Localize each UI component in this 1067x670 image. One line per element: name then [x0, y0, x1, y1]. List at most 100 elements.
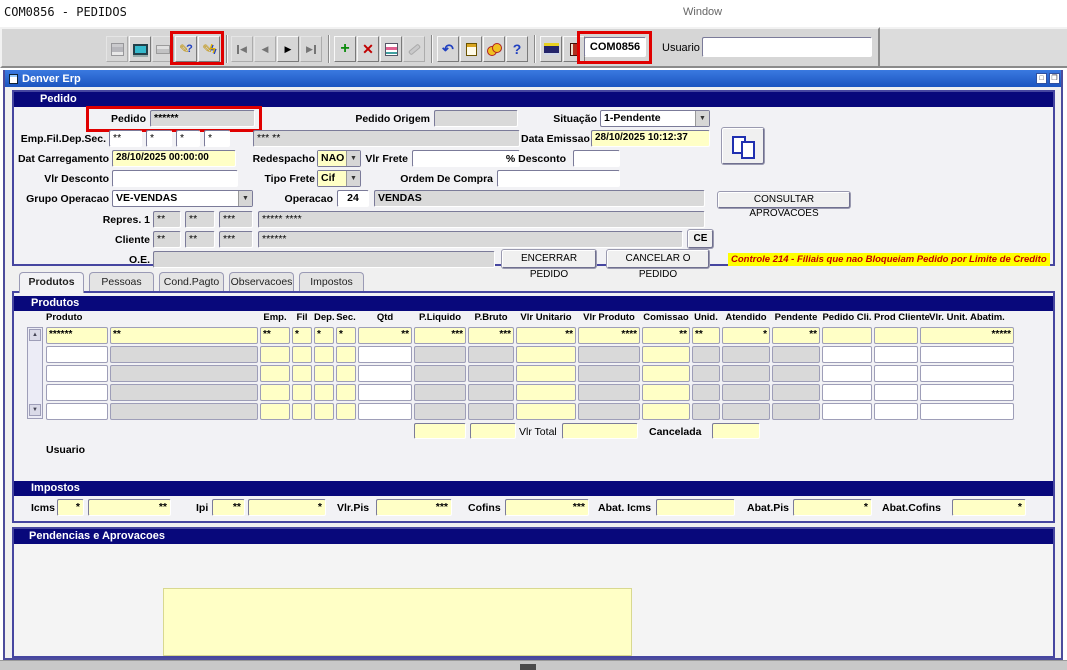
vlr-desconto-field[interactable] [112, 170, 238, 187]
grid-cell[interactable] [692, 384, 720, 401]
tab-pessoas[interactable]: Pessoas [89, 272, 154, 291]
chevron-down-icon[interactable]: ▼ [695, 111, 709, 126]
grid-cell[interactable] [516, 346, 576, 363]
grid-cell[interactable] [642, 346, 690, 363]
tab-cond-pagto[interactable]: Cond.Pagto [159, 272, 224, 291]
grid-cell[interactable] [46, 346, 108, 363]
grid-cell[interactable]: *** [468, 327, 514, 344]
grid-cell[interactable] [260, 403, 290, 420]
grid-cell[interactable] [920, 365, 1014, 382]
repres-field-3[interactable]: *** [219, 211, 253, 228]
grid-cell[interactable] [292, 365, 312, 382]
previous-record-button[interactable]: ◀ [254, 36, 276, 62]
fil-field[interactable]: * [146, 130, 172, 147]
grid-cell[interactable] [46, 384, 108, 401]
grid-cell[interactable]: ** [110, 327, 258, 344]
grid-cell[interactable] [578, 365, 640, 382]
bottom-handle[interactable] [520, 664, 536, 670]
imposto-field[interactable]: * [248, 499, 326, 516]
print-button[interactable] [152, 36, 174, 62]
grid-cell[interactable] [642, 403, 690, 420]
grid-cell[interactable] [772, 365, 820, 382]
scroll-up-icon[interactable]: ▲ [29, 329, 41, 341]
grid-cell[interactable] [772, 346, 820, 363]
tab-produtos[interactable]: Produtos [19, 272, 84, 293]
emp-field[interactable]: ** [109, 130, 142, 147]
scroll-down-icon[interactable]: ▼ [29, 404, 41, 416]
grid-cell[interactable] [874, 346, 918, 363]
clipboard-button[interactable] [460, 36, 482, 62]
exit-button[interactable] [563, 36, 585, 62]
grid-cell[interactable] [578, 346, 640, 363]
insert-record-button[interactable]: + [334, 36, 356, 62]
menu-button[interactable] [540, 36, 562, 62]
grid-cell[interactable] [920, 384, 1014, 401]
grid-cell[interactable]: ** [642, 327, 690, 344]
chevron-down-icon[interactable]: ▼ [346, 151, 360, 166]
grid-cell[interactable] [260, 365, 290, 382]
grid-cell[interactable] [358, 346, 412, 363]
grid-cell[interactable] [358, 403, 412, 420]
grid-cell[interactable] [822, 403, 872, 420]
situacao-dropdown[interactable]: 1-Pendente ▼ [600, 110, 710, 127]
grid-cell[interactable]: * [292, 327, 312, 344]
grid-cell[interactable] [642, 384, 690, 401]
grid-cell[interactable] [336, 384, 356, 401]
grid-cell[interactable] [336, 346, 356, 363]
grid-cell[interactable] [358, 384, 412, 401]
grid-cell[interactable]: ** [260, 327, 290, 344]
menu-window[interactable]: Window [683, 6, 722, 18]
imposto-field[interactable]: * [952, 499, 1026, 516]
grid-cell[interactable] [336, 403, 356, 420]
grid-cell[interactable] [920, 346, 1014, 363]
grid-cell[interactable] [414, 403, 466, 420]
grid-cell[interactable]: *** [414, 327, 466, 344]
grid-cell[interactable] [874, 384, 918, 401]
chevron-down-icon[interactable]: ▼ [238, 191, 252, 206]
imposto-field[interactable]: * [793, 499, 872, 516]
help-button[interactable]: ? [506, 36, 528, 62]
grid-cell[interactable] [692, 365, 720, 382]
clear-item-button[interactable] [403, 36, 425, 62]
copy-order-button[interactable] [722, 128, 764, 164]
chevron-down-icon[interactable]: ▼ [346, 171, 360, 186]
grid-cell[interactable] [110, 365, 258, 382]
grid-cell[interactable] [516, 384, 576, 401]
grid-cell[interactable] [292, 346, 312, 363]
grid-cell[interactable]: ****** [46, 327, 108, 344]
grid-cell[interactable] [414, 384, 466, 401]
grid-cell[interactable] [414, 346, 466, 363]
repres-field-2[interactable]: ** [185, 211, 215, 228]
grid-cell[interactable]: ** [772, 327, 820, 344]
grid-cell[interactable] [722, 365, 770, 382]
grid-cell[interactable] [46, 365, 108, 382]
grid-cell[interactable] [260, 346, 290, 363]
grid-cell[interactable] [314, 403, 334, 420]
grid-cell[interactable] [822, 346, 872, 363]
grid-scrollbar[interactable]: ▲ ▼ [27, 327, 43, 419]
lookup-button[interactable] [380, 36, 402, 62]
delete-record-button[interactable]: ✕ [357, 36, 379, 62]
cliente-field-3[interactable]: *** [219, 231, 253, 248]
grid-cell[interactable] [722, 346, 770, 363]
tab-observacoes[interactable]: Observacoes [229, 272, 294, 291]
grid-cell[interactable] [874, 327, 918, 344]
grid-cell[interactable] [822, 327, 872, 344]
grid-cell[interactable]: ** [692, 327, 720, 344]
grid-cell[interactable] [874, 365, 918, 382]
grid-cell[interactable]: ***** [920, 327, 1014, 344]
undo-button[interactable]: ↶ [437, 36, 459, 62]
cliente-field-1[interactable]: ** [153, 231, 181, 248]
grid-cell[interactable] [292, 384, 312, 401]
consultar-aprovacoes-button[interactable]: CONSULTAR APROVACOES [718, 192, 850, 208]
money-button[interactable] [483, 36, 505, 62]
restore-button[interactable]: ❐ [1049, 73, 1060, 84]
grid-cell[interactable] [874, 403, 918, 420]
grid-cell[interactable] [772, 403, 820, 420]
grid-cell[interactable] [692, 403, 720, 420]
imposto-field[interactable]: * [57, 499, 84, 516]
first-record-button[interactable]: ◀ [231, 36, 253, 62]
grid-cell[interactable]: * [722, 327, 770, 344]
grid-cell[interactable] [822, 384, 872, 401]
screen-button[interactable] [129, 36, 151, 62]
